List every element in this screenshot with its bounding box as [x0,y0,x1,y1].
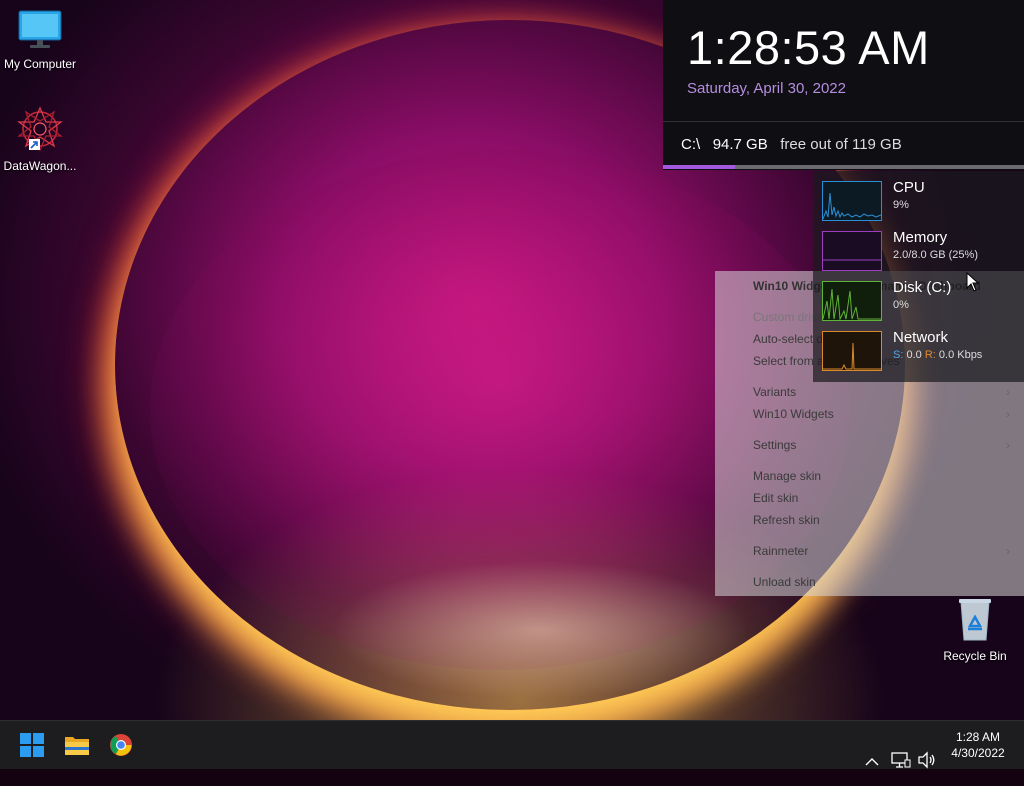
desktop-icon-label: My Computer [3,57,77,71]
clock-date: Saturday, April 30, 2022 [687,80,846,97]
chrome-button[interactable] [99,721,143,769]
menu-item-win10-widgets[interactable]: Win10 Widgets [753,407,834,421]
start-icon [20,733,44,757]
datawagon-logo-icon [17,106,63,152]
network-send-value: 0.0 [906,349,922,361]
taskbar-clock[interactable]: 1:28 AM 4/30/2022 [938,729,1018,761]
volume-icon[interactable] [917,736,937,784]
desktop-icon-my-computer[interactable]: My Computer [0,10,80,71]
drive-free: 94.7 GB [712,136,768,153]
menu-item-settings[interactable]: Settings [753,438,796,452]
perf-row-memory[interactable]: Memory 2.0/8.0 GB (25%) [813,221,1024,271]
network-label: Network [893,329,949,346]
chevron-right-icon: › [1006,544,1010,558]
file-explorer-button[interactable] [55,721,99,769]
perf-row-disk[interactable]: Disk (C:) 0% [813,271,1024,321]
menu-item-refresh-skin[interactable]: Refresh skin [753,513,820,527]
chevron-right-icon: › [1006,385,1010,399]
menu-item-unload-skin[interactable]: Unload skin [753,575,816,589]
desktop-icon-label: Recycle Bin [943,649,1007,663]
chevron-up-icon[interactable] [864,738,880,786]
memory-label: Memory [893,229,948,246]
network-send-label: S: [893,349,904,361]
chevron-right-icon: › [1006,438,1010,452]
perf-row-network[interactable]: Network S: 0.0 R: 0.0 Kbps [813,321,1024,371]
perf-row-cpu[interactable]: CPU 9% [813,171,1024,221]
network-icon[interactable] [891,736,911,784]
clock-widget[interactable]: 1:28:53 AM Saturday, April 30, 2022 C:\ … [663,0,1024,170]
network-value: S: 0.0 R: 0.0 Kbps [893,349,982,361]
performance-widget[interactable]: CPU 9% Memory 2.0/8.0 GB (25%) Disk (C:)… [813,171,1024,382]
mouse-cursor-icon [966,272,980,292]
cpu-graph [822,181,882,221]
memory-graph [822,231,882,271]
disk-graph [822,281,882,321]
start-button[interactable] [10,721,54,769]
drive-usage-bar [663,165,1024,169]
desktop-icon-label: DataWagon... [3,159,77,173]
desktop-icon-datawagon[interactable]: DataWagon... [0,106,80,173]
menu-item-edit-skin[interactable]: Edit skin [753,491,798,505]
drive-text: free out of 119 GB [780,136,902,153]
cpu-value: 9% [893,199,909,211]
monitor-icon [18,10,62,48]
chrome-icon [110,734,132,756]
memory-value: 2.0/8.0 GB (25%) [893,249,978,261]
taskbar-time: 1:28 AM [955,730,1001,744]
menu-item-manage-skin[interactable]: Manage skin [753,469,821,483]
cpu-label: CPU [893,179,925,196]
disk-value: 0% [893,299,909,311]
drive-usage-fill [663,165,736,169]
chevron-right-icon: › [1006,407,1010,421]
desktop-icon-recycle-bin[interactable]: Recycle Bin [935,596,1015,663]
network-graph [822,331,882,371]
recycle-bin-icon [959,599,991,641]
divider [663,121,1024,122]
clock-time: 1:28:53 AM [687,21,930,74]
disk-label: Disk (C:) [893,279,952,296]
file-explorer-icon [65,737,89,755]
taskbar: 1:28 AM 4/30/2022 [0,720,1024,769]
drive-info: C:\ 94.7 GB free out of 119 GB [681,136,902,153]
network-receive-value: 0.0 Kbps [938,349,983,361]
network-receive-label: R: [924,349,936,361]
menu-item-variants[interactable]: Variants [753,385,796,399]
menu-item-rainmeter[interactable]: Rainmeter [753,544,808,558]
drive-letter: C:\ [681,136,701,153]
taskbar-date: 4/30/2022 [951,746,1005,760]
wallpaper-bottom-glow [330,560,750,700]
